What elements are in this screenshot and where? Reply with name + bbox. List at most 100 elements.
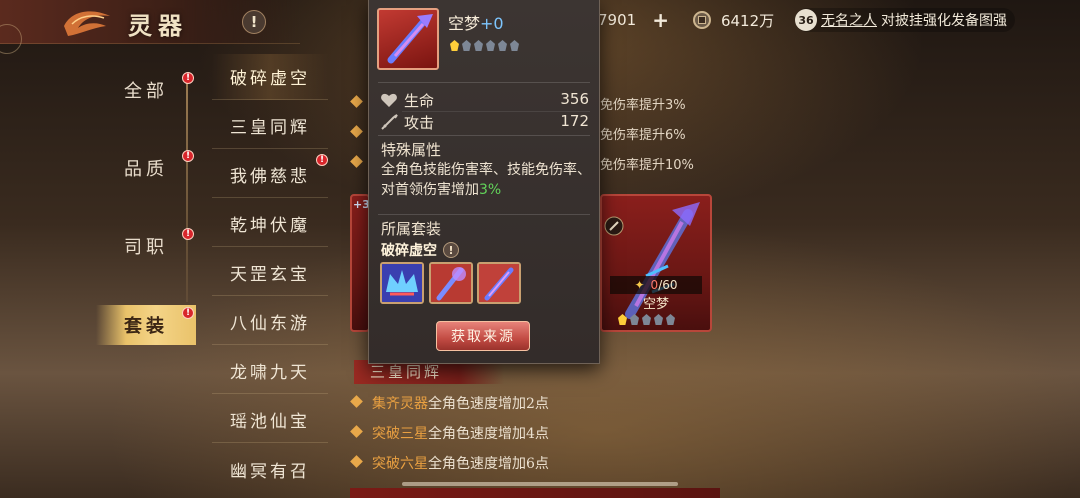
divider: [378, 82, 590, 83]
set-item[interactable]: 我佛慈悲: [212, 152, 328, 198]
set-label: 龙啸九天: [230, 363, 310, 383]
scrollbar[interactable]: [402, 482, 678, 486]
set-item[interactable]: 龙啸九天: [212, 348, 328, 394]
progress-current: 0: [650, 278, 659, 292]
stat-label: 生命: [404, 92, 435, 110]
stat-value: 356: [560, 90, 589, 108]
get-source-button[interactable]: 获取来源: [436, 321, 530, 351]
set-label: 破碎虚空: [230, 69, 310, 89]
set-label: 天罡玄宝: [230, 265, 310, 285]
set-item[interactable]: 三皇同辉: [212, 103, 328, 149]
set-item[interactable]: 乾坤伏魔: [212, 201, 328, 247]
notification-badge: !: [182, 307, 194, 319]
bonus-line: 免伤率提升6%: [600, 128, 686, 143]
add-resource-button[interactable]: +: [652, 8, 669, 32]
bullet-icon: [350, 95, 363, 108]
notification-badge: !: [182, 150, 194, 162]
category-label: 司职: [124, 237, 168, 258]
set-bonus-row: 突破六星全角色速度增加6点: [372, 453, 549, 473]
item-thumbnail: [377, 8, 439, 70]
set-label: 八仙东游: [230, 314, 310, 334]
notification-badge: !: [182, 228, 194, 240]
weapon-icon: [479, 264, 519, 302]
special-desc-value: 3%: [479, 182, 502, 198]
marquee-message: 对披挂强化发备图强: [881, 13, 1007, 29]
stat-value: 172: [560, 112, 589, 130]
bullet-icon: [350, 425, 363, 438]
set-bonus-row: 突破三星全角色速度增加4点: [372, 423, 549, 443]
level-badge: 36: [795, 9, 817, 31]
player-name[interactable]: 无名之人: [821, 10, 877, 30]
category-label: 品质: [124, 159, 168, 180]
star-icon: [630, 314, 639, 325]
item-star-row: [450, 40, 519, 51]
card-name: 空梦: [642, 297, 669, 312]
bonus-condition: 集齐灵器: [372, 396, 428, 412]
category-label: 全部: [124, 81, 168, 102]
star-icon: [618, 314, 627, 325]
category-quality[interactable]: 品质: [96, 148, 196, 188]
nav-rail: [186, 82, 188, 302]
star-icon: [498, 40, 507, 51]
bonus-effect: 全角色速度增加2点: [428, 396, 549, 412]
item-name: 空梦+0: [448, 10, 504, 34]
star-icon: [474, 40, 483, 51]
set-item[interactable]: 八仙东游: [212, 299, 328, 345]
crown-icon: [382, 264, 422, 302]
equipment-card[interactable]: [350, 194, 370, 332]
set-piece-slot[interactable]: [380, 262, 424, 304]
resource-value: 7901: [598, 11, 637, 29]
set-piece-slot[interactable]: [429, 262, 473, 304]
card-star-row: [618, 314, 675, 325]
bullet-icon: [350, 155, 363, 168]
category-all[interactable]: 全部: [96, 70, 196, 110]
star-icon: [642, 314, 651, 325]
bonus-effect: 全角色速度增加6点: [428, 456, 549, 472]
weapon-icon: [387, 14, 433, 64]
broadcast-marquee[interactable]: 36 无名之人 对披挂强化发备图强: [795, 8, 1015, 32]
bonus-line: 免伤率提升3%: [600, 98, 686, 113]
star-icon: [654, 314, 663, 325]
card-progress: ✦ 0/60: [610, 276, 702, 294]
star-icon: [450, 40, 459, 51]
category-role[interactable]: 司职: [96, 226, 196, 266]
set-label: 我佛慈悲: [230, 167, 310, 187]
set-item[interactable]: 破碎虚空: [212, 54, 328, 100]
divider: [378, 214, 590, 215]
swirl-logo-icon: [62, 6, 114, 38]
set-label: 瑶池仙宝: [230, 412, 310, 432]
info-button[interactable]: !: [242, 10, 266, 34]
stat-label: 攻击: [404, 114, 435, 132]
special-attributes-desc: 全角色技能伤害率、技能免伤率、对首领伤害增加3%: [381, 160, 591, 200]
set-piece-slot[interactable]: [477, 262, 521, 304]
set-label: 乾坤伏魔: [230, 216, 310, 236]
star-icon: [510, 40, 519, 51]
set-section-title: 所属套装: [381, 220, 442, 238]
bonus-condition: 突破六星: [372, 456, 428, 472]
page-title: 灵器: [128, 11, 188, 40]
set-name-row: 破碎虚空 !: [381, 240, 459, 260]
set-label: 幽冥有召: [230, 461, 310, 482]
star-icon: [666, 314, 675, 325]
bonus-line: 免伤率提升10%: [600, 158, 694, 173]
item-plus-level: +0: [480, 14, 504, 33]
category-label: 套装: [124, 316, 168, 337]
set-name: 破碎虚空: [381, 243, 437, 259]
bonus-condition: 突破三星: [372, 426, 428, 442]
category-set[interactable]: 套装: [96, 305, 196, 345]
set-item[interactable]: 瑶池仙宝: [212, 397, 328, 443]
set-item[interactable]: 天罡玄宝: [212, 250, 328, 296]
divider: [378, 135, 590, 136]
bonus-effect: 全角色速度增加4点: [428, 426, 549, 442]
sword-icon: [381, 114, 398, 130]
set-item[interactable]: 幽冥有召: [212, 446, 328, 492]
star-icon: [486, 40, 495, 51]
set-info-button[interactable]: !: [443, 242, 459, 258]
special-attributes-title: 特殊属性: [381, 141, 442, 159]
item-name-text: 空梦: [448, 14, 481, 33]
coin-icon: [692, 11, 711, 29]
set-bonus-row: 集齐灵器全角色速度增加2点: [372, 393, 549, 413]
progress-total: /60: [658, 278, 678, 292]
star-icon: [462, 40, 471, 51]
coin-amount: 6412万: [720, 11, 775, 30]
